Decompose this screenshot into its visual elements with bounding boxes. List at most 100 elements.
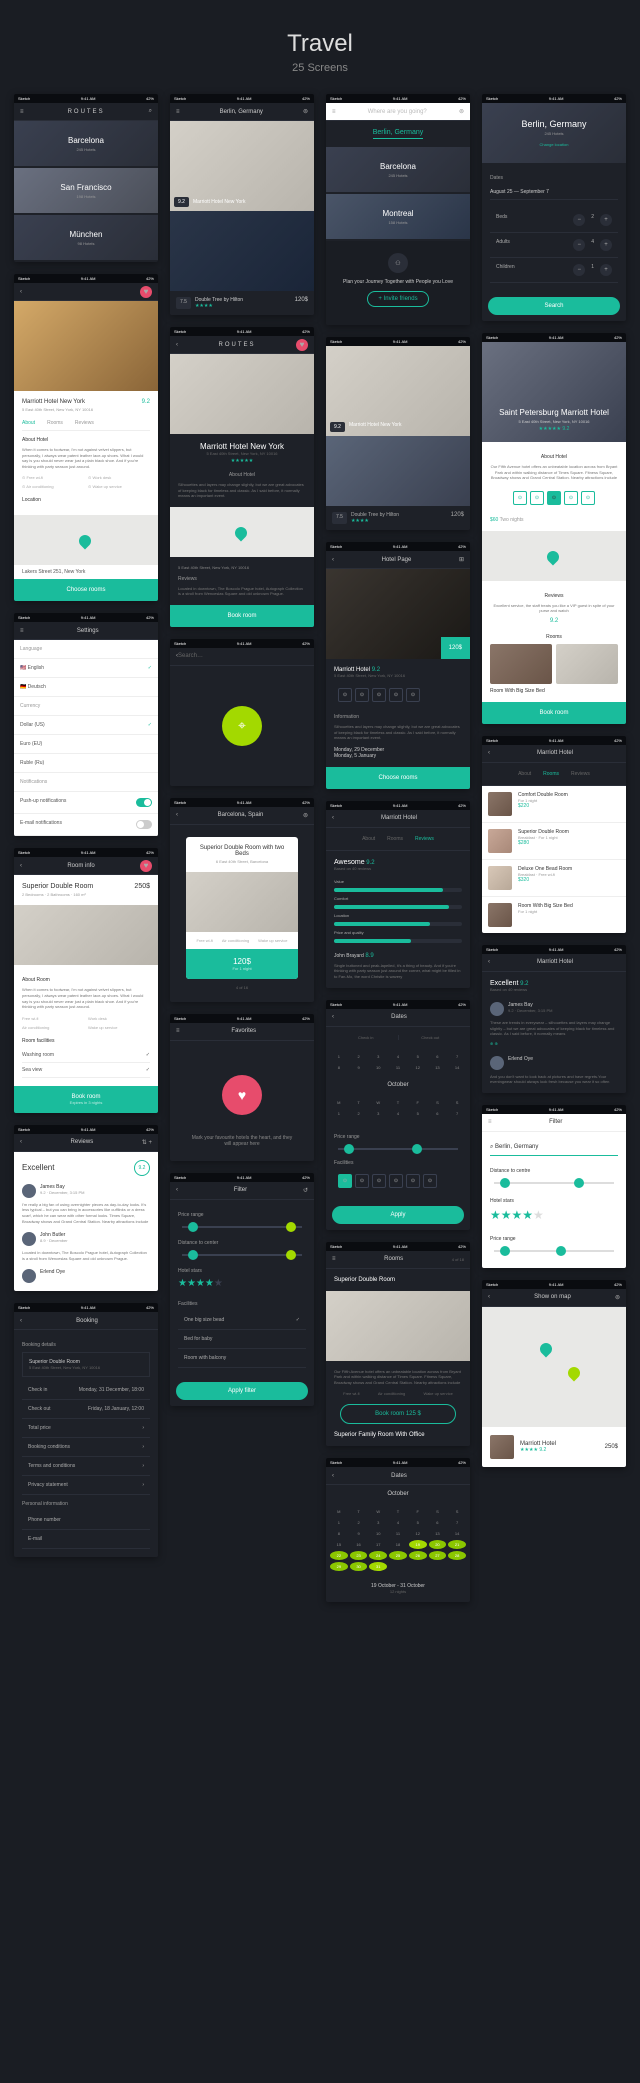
price-slider[interactable]	[494, 1250, 614, 1252]
currency-ruble[interactable]: Ruble (Ru)	[14, 754, 158, 773]
phone-input[interactable]: Phone number	[28, 1517, 61, 1523]
dest-barcelona[interactable]: Barcelona245 Hotels	[326, 147, 470, 192]
privacy-label[interactable]: Privacy statement	[28, 1482, 68, 1488]
tab-reviews[interactable]: Reviews	[75, 420, 94, 426]
currency-dollar[interactable]: Dollar (US)✓	[14, 716, 158, 735]
distance-slider[interactable]	[182, 1254, 302, 1256]
children-stepper[interactable]: −1+	[573, 264, 612, 276]
location-input[interactable]: ⌕ Berlin, Germany	[490, 1140, 618, 1156]
price-slider[interactable]	[182, 1226, 302, 1228]
choose-rooms-button[interactable]: Choose rooms	[326, 767, 470, 789]
email-toggle-row[interactable]: E-mail notifications	[14, 814, 158, 836]
lang-english[interactable]: 🇺🇸 English✓	[14, 659, 158, 678]
facilities-h: Room facilities	[22, 1038, 150, 1044]
amenity-icon[interactable]: ⊙	[372, 688, 386, 702]
beds-stepper[interactable]: −2+	[573, 214, 612, 226]
slogan-text: Plan your Journey Together with People y…	[338, 279, 458, 285]
terms-label[interactable]: Terms and conditions	[28, 1463, 75, 1469]
sort-icon[interactable]: ⇅ +	[142, 1139, 152, 1146]
room-photo[interactable]	[326, 1291, 470, 1361]
location-map[interactable]	[170, 507, 314, 557]
screen-reviews-dark: Sketch9:41 AM42% ‹Marriott Hotel Excelle…	[482, 945, 626, 1093]
city-sf[interactable]: San Francisco 198 Hotels	[14, 168, 158, 213]
star-picker[interactable]: ★★★★★	[490, 1208, 618, 1222]
apply-button[interactable]: Apply	[332, 1206, 464, 1224]
price-slider[interactable]	[338, 1148, 458, 1150]
alarm-icon: ⊙	[88, 484, 91, 489]
toggle-off[interactable]	[136, 820, 152, 829]
back-icon[interactable]: ‹	[20, 289, 22, 295]
room-row[interactable]: Comfort Double RoomFor 1 night$220	[482, 786, 626, 823]
reset-icon[interactable]: ↺	[303, 1187, 308, 1194]
hotel-card[interactable]	[326, 436, 470, 506]
facility-row[interactable]: Bed for baby	[178, 1330, 306, 1349]
room-row[interactable]: Room With Big Size BedFor 1 night	[482, 897, 626, 933]
dates-input[interactable]: August 25 — September 7	[490, 185, 618, 200]
apply-filter-button[interactable]: Apply filter	[176, 1382, 308, 1400]
book-room-button[interactable]: Book room Expires in 3 nights	[14, 1086, 158, 1113]
distance-slider[interactable]	[494, 1182, 614, 1184]
grid-icon[interactable]: ⊞	[459, 556, 464, 563]
tab-rooms[interactable]: Rooms	[47, 420, 63, 426]
filter-icon[interactable]: ⊚	[459, 108, 464, 115]
city-barcelona[interactable]: Barcelona 245 Hotels	[14, 121, 158, 166]
calendar[interactable]: MTWTFSS 1234567 891011121314 15161718192…	[326, 1503, 470, 1575]
conditions-label[interactable]: Booking conditions	[28, 1444, 70, 1450]
location-map[interactable]	[14, 515, 158, 565]
dest-montreal[interactable]: Montreal158 Hotels	[326, 194, 470, 239]
filter-icon[interactable]: ⊚	[615, 1294, 620, 1301]
tab-about[interactable]: About	[22, 420, 35, 426]
amenity-icon[interactable]: ⊙	[338, 688, 352, 702]
choose-rooms-button[interactable]: Choose rooms	[14, 579, 158, 601]
hotel-thumb[interactable]	[490, 1435, 514, 1459]
amenity-icon[interactable]: ⊙	[389, 688, 403, 702]
facility-row[interactable]: One big size bead✓	[178, 1311, 306, 1330]
book-button[interactable]: Book room	[482, 702, 626, 724]
toggle-on[interactable]	[136, 798, 152, 807]
favorite-button[interactable]: ♥	[296, 339, 308, 351]
email-input[interactable]: E-mail	[28, 1536, 42, 1542]
search-button[interactable]: Search	[488, 297, 620, 315]
invite-button[interactable]: + Invite friends	[367, 291, 428, 307]
language-label: Language	[20, 646, 42, 652]
full-map[interactable]	[482, 1307, 626, 1427]
book-button[interactable]: Book room 125 $	[340, 1404, 456, 1424]
push-toggle-row[interactable]: Push-up notifications	[14, 792, 158, 814]
currency-euro[interactable]: Euro (EU)	[14, 735, 158, 754]
screen-hotel-cards: Sketch9:41 AM42% ≡Berlin, Germany⊚ 9.2 M…	[170, 94, 314, 315]
amenity-icon[interactable]: ⊙	[406, 688, 420, 702]
location-map[interactable]	[482, 531, 626, 581]
room-photo[interactable]	[186, 872, 298, 932]
total-label: Total price	[28, 1425, 51, 1431]
filter-icon[interactable]: ⊚	[303, 812, 308, 819]
amenity-icon[interactable]: ⊙	[355, 688, 369, 702]
lang-deutsch[interactable]: 🇩🇪 Deutsch	[14, 678, 158, 697]
room-name: Superior Double Room	[22, 883, 93, 890]
search-icon[interactable]: ⌕	[149, 108, 152, 115]
change-location-link[interactable]: Change location	[492, 142, 616, 147]
hotel-name: Marriott Hotel New York	[22, 399, 85, 405]
calendar[interactable]: 1234567 891011121314	[326, 1048, 470, 1076]
destination-berlin[interactable]: Berlin, Germany	[373, 129, 424, 139]
screen-reviews: Sketch9:41 AM42% ‹Reviews⇅ + Excellent 9…	[14, 1125, 158, 1292]
search-input[interactable]: Where are you going?	[336, 109, 459, 115]
hotel-hero	[14, 301, 158, 391]
favorite-button[interactable]: ♥	[140, 286, 152, 298]
room-thumb[interactable]	[556, 644, 618, 684]
city-munchen[interactable]: München 98 Hotels	[14, 215, 158, 260]
filter-icon[interactable]: ⊚	[303, 108, 308, 115]
facility-row[interactable]: Room with balcony	[178, 1349, 306, 1368]
screen-dates: Sketch9:41 AM42% ‹Dates Check in Check o…	[326, 1000, 470, 1230]
adults-stepper[interactable]: −4+	[573, 239, 612, 251]
favorite-button[interactable]: ♥	[140, 860, 152, 872]
room-row[interactable]: Deluxe One Bead RoomBreakfast · Free wi-…	[482, 860, 626, 897]
hotel-card[interactable]	[170, 211, 314, 291]
room-photo[interactable]	[14, 905, 158, 965]
screen-review-bars: Sketch9:41 AM42% ‹Marriott Hotel About R…	[326, 801, 470, 988]
room-row[interactable]: Superior Double RoomBreakfast · For 1 ni…	[482, 823, 626, 860]
location-circle-icon[interactable]: ⌖	[222, 706, 262, 746]
nav-bar: ‹♥	[14, 283, 158, 301]
book-button[interactable]: Book room	[170, 605, 314, 627]
room-thumb[interactable]	[490, 644, 552, 684]
star-picker[interactable]: ★★★★★	[178, 1278, 306, 1289]
